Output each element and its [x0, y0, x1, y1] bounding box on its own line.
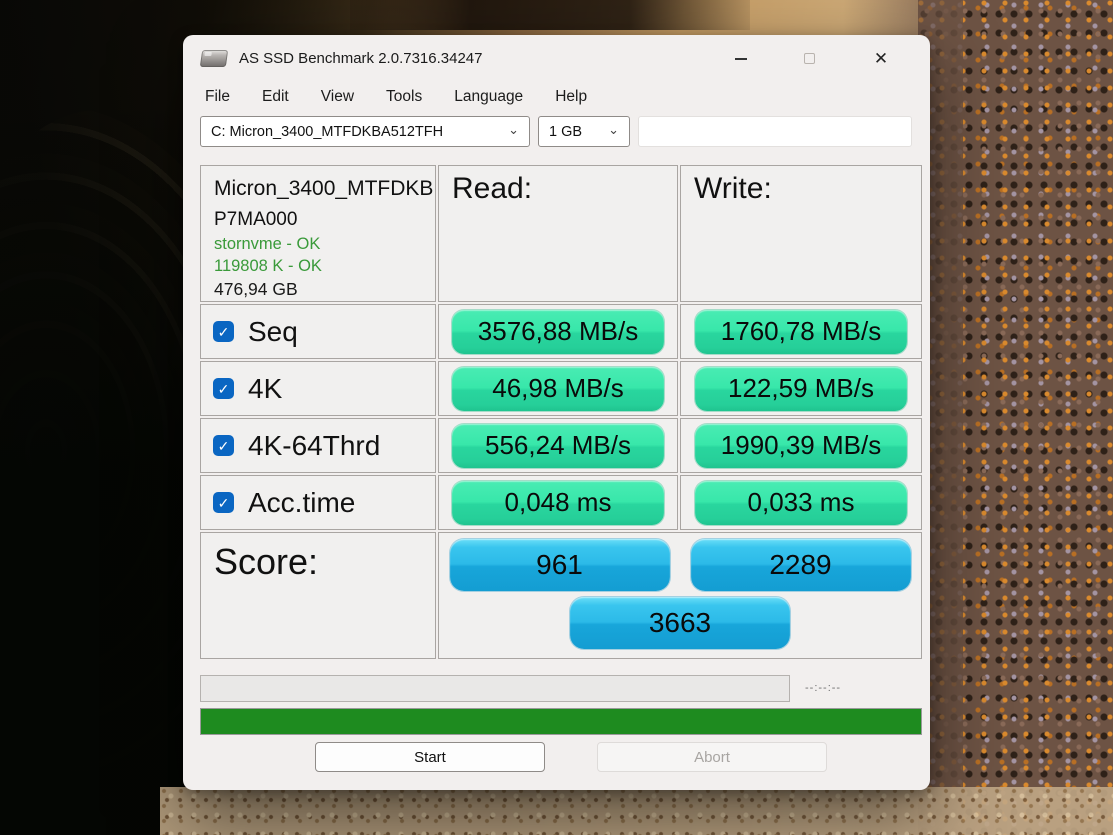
- acctime-write-cell: 0,033 ms: [680, 475, 922, 530]
- time-remaining: --:--:--: [805, 682, 841, 694]
- read-column-header: Read:: [438, 165, 678, 302]
- menu-edit[interactable]: Edit: [262, 88, 289, 106]
- check-icon: ✓: [218, 439, 230, 453]
- check-icon: ✓: [218, 496, 230, 510]
- row-label-4k64thrd: ✓ 4K-64Thrd: [200, 418, 436, 473]
- seq-write-value: 1760,78 MB/s: [695, 310, 907, 354]
- status-progress-bar: [200, 675, 790, 702]
- acctime-read-value: 0,048 ms: [452, 481, 664, 525]
- 4k-read-value: 46,98 MB/s: [452, 367, 664, 411]
- menu-tools[interactable]: Tools: [386, 88, 422, 106]
- test-size-value: 1 GB: [549, 124, 582, 140]
- seq-checkbox[interactable]: ✓: [213, 321, 234, 342]
- write-column-header: Write:: [680, 165, 922, 302]
- menu-bar: File Edit View Tools Language Help: [183, 82, 930, 114]
- row-label-seq: ✓ Seq: [200, 304, 436, 359]
- menu-view[interactable]: View: [321, 88, 354, 106]
- title-bar[interactable]: AS SSD Benchmark 2.0.7316.34247 ✕: [183, 35, 930, 82]
- 4k64thrd-read-cell: 556,24 MB/s: [438, 418, 678, 473]
- results-table: Micron_3400_MTFDKB P7MA000 stornvme - OK…: [200, 165, 922, 659]
- toolbar-text-field[interactable]: [638, 116, 912, 147]
- abort-button[interactable]: Abort: [597, 742, 827, 772]
- window-title: AS SSD Benchmark 2.0.7316.34247: [239, 50, 483, 67]
- drive-info-panel: Micron_3400_MTFDKB P7MA000 stornvme - OK…: [200, 165, 436, 302]
- 4k64thrd-write-value: 1990,39 MB/s: [695, 424, 907, 468]
- drive-model: Micron_3400_MTFDKB: [214, 175, 422, 203]
- seq-read-value: 3576,88 MB/s: [452, 310, 664, 354]
- start-button[interactable]: Start: [315, 742, 545, 772]
- drive-capacity: 476,94 GB: [214, 278, 422, 302]
- close-button[interactable]: ✕: [859, 35, 903, 82]
- drive-select-value: C: Micron_3400_MTFDKBA512TFH: [211, 124, 443, 140]
- chevron-down-icon: ⌄: [608, 122, 619, 138]
- acctime-checkbox[interactable]: ✓: [213, 492, 234, 513]
- seq-write-cell: 1760,78 MB/s: [680, 304, 922, 359]
- acctime-read-cell: 0,048 ms: [438, 475, 678, 530]
- 4k-read-cell: 46,98 MB/s: [438, 361, 678, 416]
- 4k-checkbox[interactable]: ✓: [213, 378, 234, 399]
- minimize-icon: [735, 58, 747, 60]
- drive-firmware: P7MA000: [214, 207, 422, 233]
- drive-select[interactable]: C: Micron_3400_MTFDKBA512TFH ⌄: [200, 116, 530, 147]
- seq-label: Seq: [248, 316, 298, 348]
- score-row-total: 3663: [439, 597, 921, 655]
- 4k-write-cell: 122,59 MB/s: [680, 361, 922, 416]
- 4k-label: 4K: [248, 373, 282, 405]
- menu-language[interactable]: Language: [454, 88, 523, 106]
- 4k64thrd-checkbox[interactable]: ✓: [213, 435, 234, 456]
- 4k64thrd-write-cell: 1990,39 MB/s: [680, 418, 922, 473]
- menu-help[interactable]: Help: [555, 88, 587, 106]
- total-score: 3663: [570, 597, 790, 649]
- chevron-down-icon: ⌄: [508, 122, 519, 138]
- row-label-4k: ✓ 4K: [200, 361, 436, 416]
- acctime-label: Acc.time: [248, 487, 355, 519]
- maximize-icon: [804, 53, 815, 64]
- check-icon: ✓: [218, 325, 230, 339]
- 4k64thrd-read-value: 556,24 MB/s: [452, 424, 664, 468]
- wallpaper-speckle-right: [918, 0, 1113, 835]
- check-icon: ✓: [218, 382, 230, 396]
- overall-progress-bar: [200, 708, 922, 735]
- menu-file[interactable]: File: [205, 88, 230, 106]
- minimize-button[interactable]: [719, 35, 763, 82]
- wallpaper-bottom-strip: [160, 787, 1113, 835]
- driver-status: stornvme - OK: [214, 233, 422, 255]
- wallpaper-top-band: [350, 0, 750, 30]
- toolbar: C: Micron_3400_MTFDKBA512TFH ⌄ 1 GB ⌄: [183, 114, 930, 158]
- score-row-top: 961 2289: [439, 539, 921, 597]
- row-label-acctime: ✓ Acc.time: [200, 475, 436, 530]
- maximize-button[interactable]: [787, 35, 831, 82]
- seq-read-cell: 3576,88 MB/s: [438, 304, 678, 359]
- score-panel: 961 2289 3663: [438, 532, 922, 659]
- 4k64thrd-label: 4K-64Thrd: [248, 430, 380, 462]
- test-size-select[interactable]: 1 GB ⌄: [538, 116, 630, 147]
- read-score: 961: [450, 539, 670, 591]
- 4k-write-value: 122,59 MB/s: [695, 367, 907, 411]
- close-icon: ✕: [874, 50, 888, 67]
- acctime-write-value: 0,033 ms: [695, 481, 907, 525]
- score-label: Score:: [200, 532, 436, 659]
- write-score: 2289: [691, 539, 911, 591]
- as-ssd-benchmark-window: AS SSD Benchmark 2.0.7316.34247 ✕ File E…: [183, 35, 930, 790]
- ssd-drive-icon: [200, 50, 228, 67]
- alignment-status: 119808 K - OK: [214, 255, 422, 277]
